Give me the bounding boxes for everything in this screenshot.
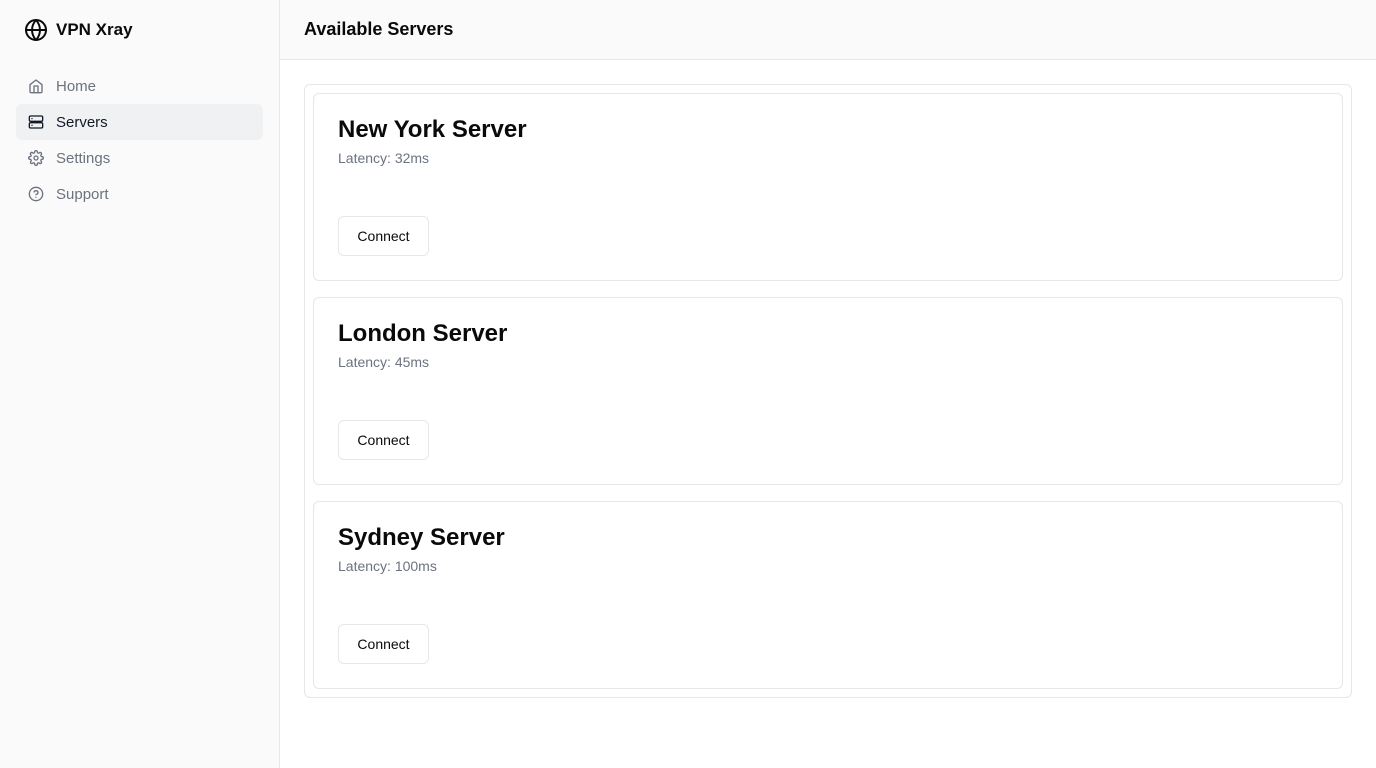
app-title: VPN Xray [56, 20, 133, 39]
connect-button[interactable]: Connect [338, 216, 429, 256]
gear-icon [28, 150, 44, 166]
server-card-new-york: New York Server Latency: 32ms Connect [313, 93, 1343, 281]
connect-button[interactable]: Connect [338, 624, 429, 664]
sidebar-nav: Home Servers Settings Support [16, 68, 263, 212]
sidebar-item-label: Home [56, 77, 97, 95]
server-name: Sydney Server [338, 524, 505, 551]
server-name: New York Server [338, 116, 527, 143]
content: New York Server Latency: 32ms Connect Lo… [280, 60, 1376, 698]
sidebar-item-servers[interactable]: Servers [16, 104, 263, 140]
sidebar-item-settings[interactable]: Settings [16, 140, 263, 176]
sidebar-item-label: Support [56, 185, 109, 203]
connect-button[interactable]: Connect [338, 420, 429, 460]
server-name: London Server [338, 320, 508, 347]
server-card-london: London Server Latency: 45ms Connect [313, 297, 1343, 485]
server-card-sydney: Sydney Server Latency: 100ms Connect [313, 501, 1343, 689]
brand[interactable]: VPN Xray [16, 0, 263, 60]
sidebar-item-label: Servers [56, 113, 108, 131]
sidebar-item-support[interactable]: Support [16, 176, 263, 212]
globe-icon [24, 18, 48, 42]
server-latency: Latency: 32ms [338, 150, 430, 166]
sidebar: VPN Xray Home Servers Settings Support [0, 0, 280, 768]
help-circle-icon [28, 186, 44, 202]
server-latency: Latency: 45ms [338, 354, 430, 370]
sidebar-item-home[interactable]: Home [16, 68, 263, 104]
server-icon [28, 114, 44, 130]
server-latency: Latency: 100ms [338, 558, 437, 574]
main-area: Available Servers New York Server Latenc… [280, 0, 1376, 768]
sidebar-item-label: Settings [56, 149, 111, 167]
top-bar: Available Servers [280, 0, 1376, 60]
home-icon [28, 78, 44, 94]
server-list: New York Server Latency: 32ms Connect Lo… [304, 84, 1352, 698]
page-title: Available Servers [304, 19, 454, 39]
